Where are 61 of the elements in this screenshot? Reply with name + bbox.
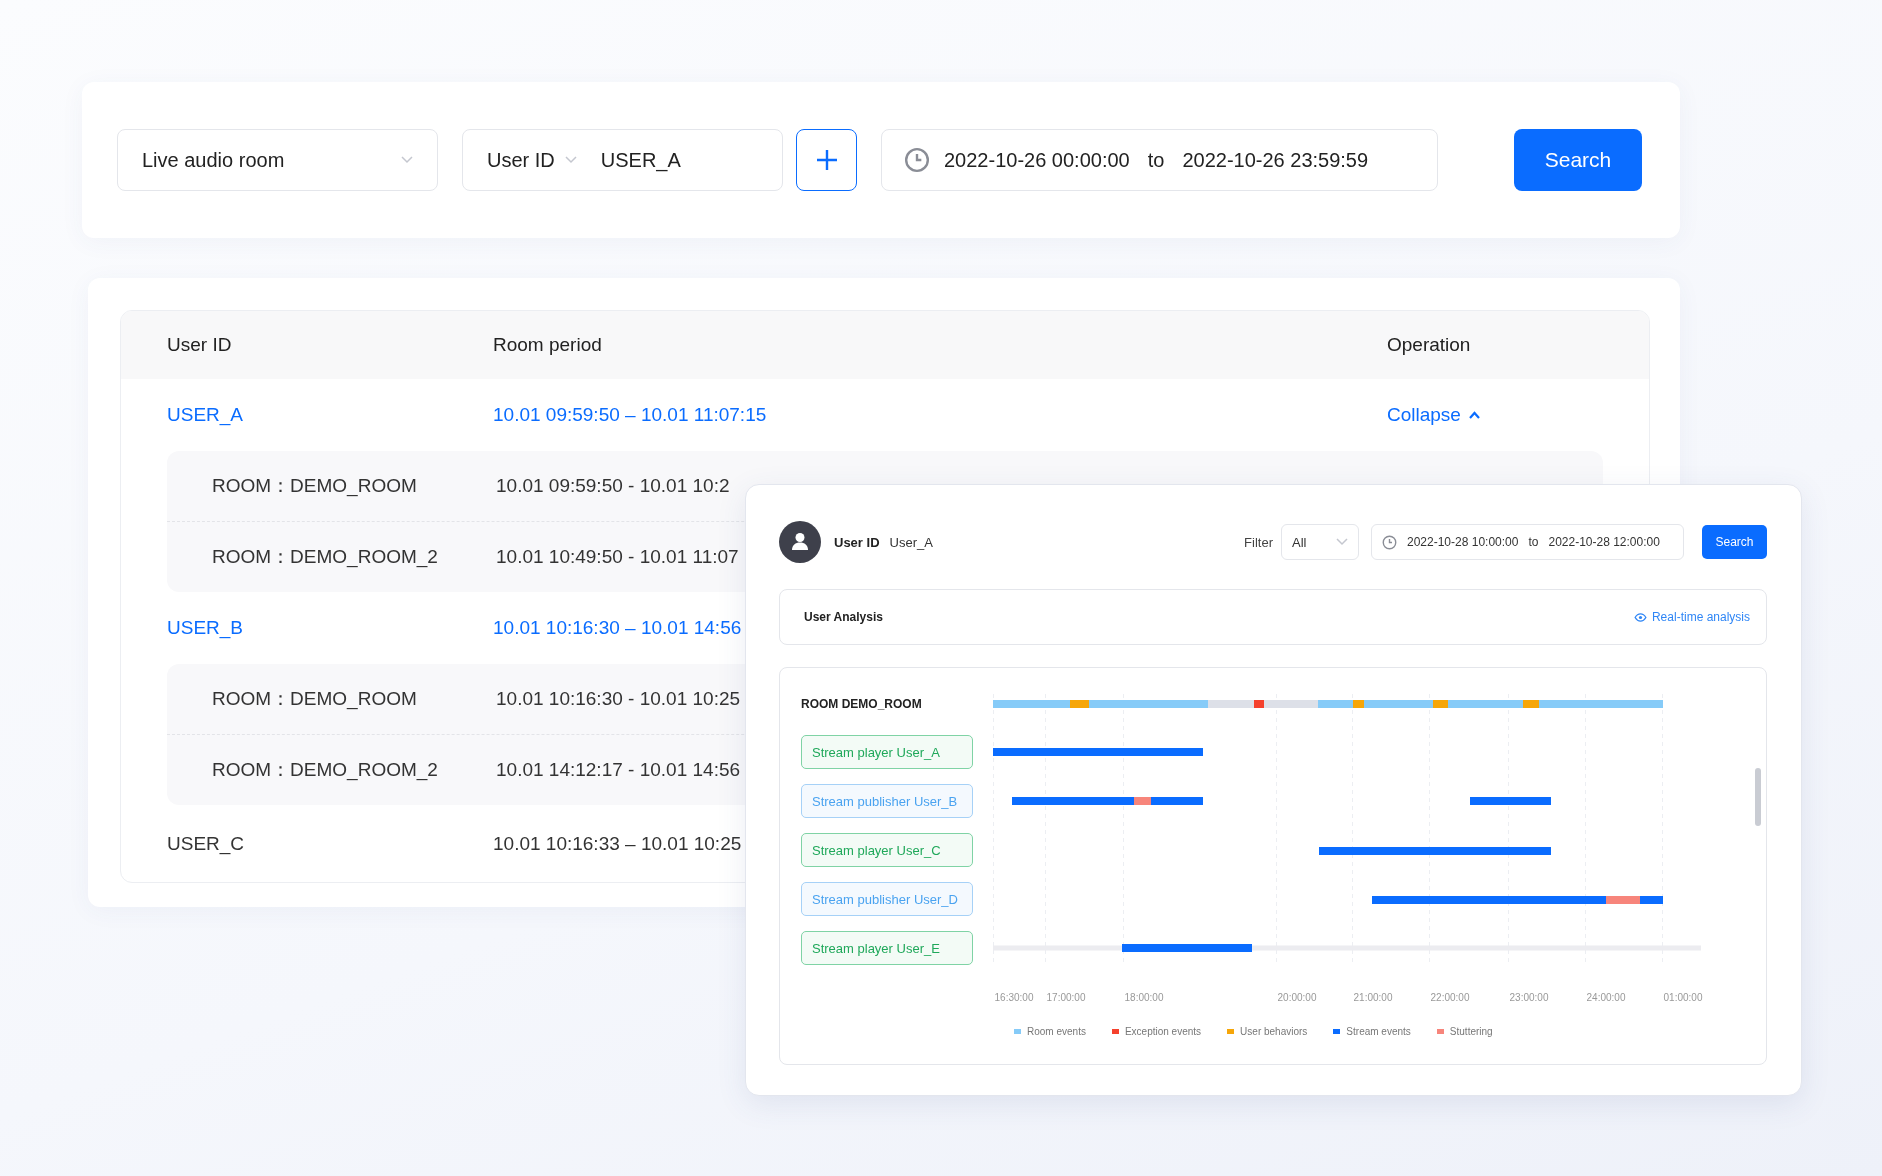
plus-icon xyxy=(814,148,839,172)
clock-icon xyxy=(1382,534,1397,550)
track-tag[interactable]: Stream player User_C xyxy=(801,833,973,867)
section-title: User Analysis xyxy=(804,610,883,624)
table-cell: 10.01 09:59:50 - 10.01 10:2 xyxy=(496,475,730,497)
table-cell: 10.01 10:16:30 - 10.01 10:25 xyxy=(496,688,741,710)
column-header: User ID xyxy=(167,334,232,356)
user-link[interactable]: USER_A xyxy=(167,404,244,426)
track-tag[interactable]: Stream publisher User_D xyxy=(801,882,973,916)
table-cell-text: ROOM：DEMO_ROOM xyxy=(212,687,417,712)
table-cell: 10.01 14:12:17 - 10.01 14:56 xyxy=(496,759,741,781)
table-cell: 10.01 10:49:50 - 10.01 11:07 xyxy=(496,546,739,568)
collapse-link[interactable]: Collapse xyxy=(1387,404,1480,426)
user-id-label: User ID xyxy=(834,534,880,550)
table-cell: USER_C xyxy=(167,832,245,855)
user-id-value: User_A xyxy=(889,534,933,550)
track-tag[interactable]: Stream publisher User_B xyxy=(801,784,973,818)
axis-tick-label: 22:00:00 xyxy=(1430,992,1470,1003)
scrollbar[interactable] xyxy=(1755,768,1761,826)
track-tag[interactable]: Stream player User_E xyxy=(801,931,973,965)
axis-tick-label: 17:00:00 xyxy=(1046,992,1086,1003)
date-range-field[interactable]: 2022-10-28 10:00:00 to 2022-10-28 12:00:00 xyxy=(1371,524,1684,560)
table-cell: 10.01 10:16:33 – 10.01 10:25 xyxy=(493,832,742,855)
clock-icon xyxy=(904,147,930,173)
axis-tick-label: 23:00:00 xyxy=(1509,992,1549,1003)
axis-tick-label: 18:00:00 xyxy=(1124,992,1164,1003)
axis-tick-label: 24:00:00 xyxy=(1586,992,1626,1003)
legend-label: User behaviors xyxy=(1240,1026,1308,1037)
table-cell-text: ROOM：DEMO_ROOM xyxy=(212,474,417,499)
legend-label: Exception events xyxy=(1124,1026,1202,1037)
period-link[interactable]: 10.01 10:16:30 – 10.01 14:56 xyxy=(493,617,742,639)
caret-icon xyxy=(1468,411,1480,419)
search-button[interactable]: Search xyxy=(1702,525,1767,559)
chevron-down-icon xyxy=(564,156,577,164)
user-filter-field[interactable]: User ID USER_A xyxy=(462,129,783,191)
legend-label: Room events xyxy=(1027,1026,1086,1037)
date-range-field[interactable]: 2022-10-26 00:00:00 to 2022-10-26 23:59:59 xyxy=(881,129,1438,191)
add-filter-button[interactable] xyxy=(796,129,857,191)
filter-label: Filter xyxy=(1244,534,1273,550)
search-button[interactable]: Search xyxy=(1514,129,1642,191)
real-time-analysis-link[interactable]: Real-time analysis xyxy=(1633,610,1750,624)
chevron-down-icon xyxy=(1336,538,1348,546)
axis-tick-label: 20:00:00 xyxy=(1277,992,1317,1003)
axis-tick-label: 21:00:00 xyxy=(1353,992,1393,1003)
axis-tick-label: 16:30:00 xyxy=(994,992,1034,1003)
room-label: ROOM DEMO_ROOM xyxy=(801,696,923,713)
track-tag[interactable]: Stream player User_A xyxy=(801,735,973,769)
avatar-icon xyxy=(779,521,821,563)
axis-tick-label: 01:00:00 xyxy=(1663,992,1703,1003)
table-cell-text: ROOM：DEMO_ROOM_2 xyxy=(212,758,438,783)
column-header: Room period xyxy=(493,334,602,356)
filter-dropdown[interactable]: All xyxy=(1281,524,1359,560)
period-link[interactable]: 10.01 09:59:50 – 10.01 11:07:15 xyxy=(493,404,767,426)
chevron-down-icon xyxy=(401,156,413,164)
table-cell-text: ROOM：DEMO_ROOM_2 xyxy=(212,545,438,570)
column-header: Operation xyxy=(1387,334,1471,356)
room-type-dropdown[interactable]: Live audio room xyxy=(117,129,438,191)
eye-icon xyxy=(1633,612,1647,622)
user-link[interactable]: USER_B xyxy=(167,617,244,639)
legend-label: Stuttering xyxy=(1449,1026,1493,1037)
legend-label: Stream events xyxy=(1346,1026,1411,1037)
